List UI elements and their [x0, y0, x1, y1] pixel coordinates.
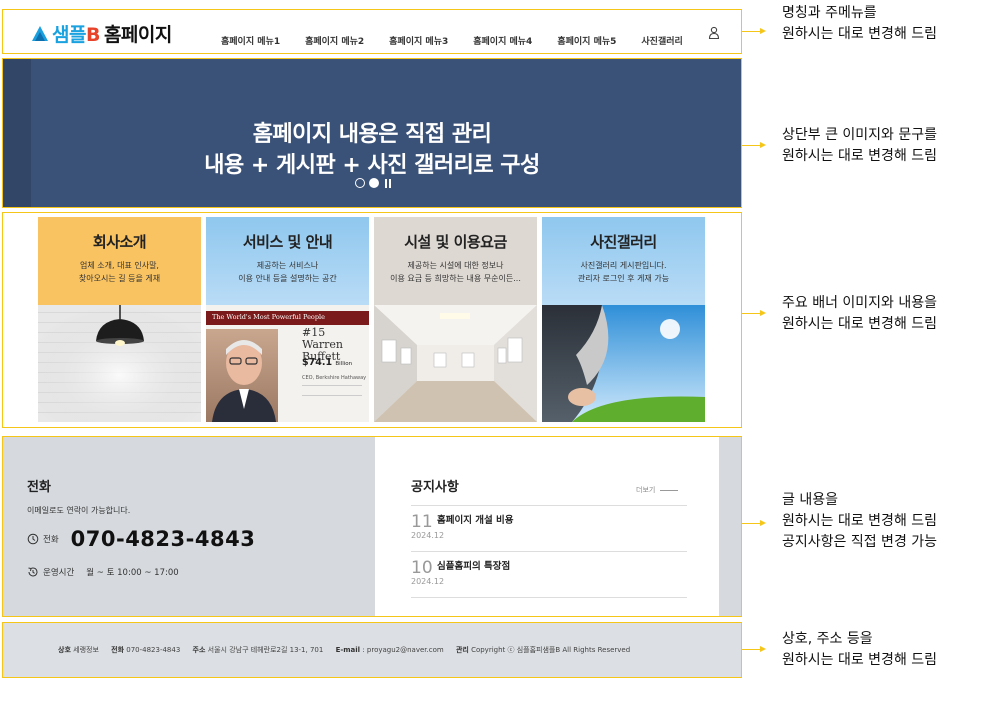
- banner-title: 사진갤러리: [590, 233, 657, 251]
- pause-icon[interactable]: [385, 178, 391, 188]
- logo-text-a: 샘플: [52, 24, 86, 46]
- contact-title: 전화: [27, 480, 51, 495]
- nav-item-gallery[interactable]: 사진갤러리: [641, 34, 682, 47]
- hours-label: 운영시간: [43, 568, 75, 578]
- banner-section: 회사소개 업체 소개, 대표 인사말, 찾아오시는 길 등을 게재 서비스 및 …: [2, 212, 742, 428]
- footer-key: 전화: [111, 646, 125, 654]
- annotation-header: 명칭과 주메뉴를 원하시는 대로 변경해 드림: [782, 5, 938, 42]
- site-logo[interactable]: 샘플B 홈페이지: [31, 20, 172, 47]
- hero-line-2: 내용 + 게시판 + 사진 갤러리로 구성: [204, 153, 540, 178]
- banner-desc-2: 이용 안내 등을 설명하는 공간: [238, 274, 337, 283]
- banner-desc-1: 업체 소개, 대표 인사말,: [80, 261, 159, 270]
- logo-text-c: 홈페이지: [103, 24, 172, 46]
- post-date: 2024.12: [411, 577, 445, 586]
- banner-gallery[interactable]: 사진갤러리 사진갤러리 게시판입니다. 관리자 로그인 후 게재 가능: [542, 217, 705, 422]
- post-date: 2024.12: [411, 531, 445, 540]
- banner-desc-2: 찾아오시는 길 등을 게재: [78, 274, 161, 283]
- slide-dot-1[interactable]: [355, 178, 365, 188]
- footer-address: 서울시 강남구 테헤란로2길 13-1, 701: [207, 646, 324, 654]
- banner-service[interactable]: 서비스 및 안내 제공하는 서비스나 이용 안내 등을 설명하는 공간 The …: [206, 217, 369, 422]
- user-icon[interactable]: [707, 26, 721, 40]
- notice-divider: [411, 551, 687, 552]
- hero-line-1: 홈페이지 내용은 직접 관리: [252, 122, 492, 147]
- annotation-footer: 상호, 주소 등을 원하시는 대로 변경해 드림: [782, 631, 938, 668]
- nav-item-menu4[interactable]: 홈페이지 메뉴4: [473, 34, 532, 47]
- post-day: 10: [411, 558, 433, 578]
- notice-post[interactable]: 11 홈페이지 개설 비용 2024.12: [411, 512, 687, 540]
- annotation-arrow: [742, 645, 766, 652]
- annotation-arrow: [742, 141, 766, 148]
- phone-label: 전화: [43, 535, 59, 545]
- hours-row: 운영시간 월 ~ 토 10:00 ~ 17:00: [27, 566, 179, 578]
- footer-copyright: Copyright ⓒ 심플홈피샘플B All Rights Reserved: [471, 646, 631, 654]
- main-nav: 홈페이지 메뉴1 홈페이지 메뉴2 홈페이지 메뉴3 홈페이지 메뉴4 홈페이지…: [221, 34, 683, 47]
- banner-desc-2: 이용 요금 등 희망하는 내용 무순이든...: [390, 274, 521, 283]
- annotation-hero: 상단부 큰 이미지와 문구를 원하시는 대로 변경해 드림: [782, 127, 938, 164]
- annotation-arrow: [742, 309, 766, 316]
- portrait: [206, 329, 278, 422]
- post-title: 홈페이지 개설 비용: [437, 515, 514, 526]
- notice-post[interactable]: 10 심플홈피의 특장점 2024.12: [411, 558, 687, 586]
- annotation-arrow: [742, 27, 766, 34]
- banner-facility[interactable]: 시설 및 이용요금 제공하는 시설에 대한 정보나 이용 요금 등 희망하는 내…: [374, 217, 537, 422]
- hours-value: 월 ~ 토 10:00 ~ 17:00: [86, 568, 179, 578]
- more-link[interactable]: 더보기: [636, 485, 679, 495]
- post-title: 심플홈피의 특장점: [437, 561, 511, 572]
- peel-nature-image: [542, 305, 705, 422]
- logo-mark-icon: [32, 25, 48, 41]
- hero-slider: 홈페이지 내용은 직접 관리 내용 + 게시판 + 사진 갤러리로 구성: [2, 58, 742, 208]
- clock-icon: [28, 567, 38, 577]
- annotation-arrow: [742, 519, 766, 526]
- footer-key: 관리: [455, 646, 469, 654]
- phone-icon: [27, 533, 39, 545]
- role-text: CEO, Berkshire Hathaway: [302, 375, 367, 381]
- banner-desc-1: 사진갤러리 게시판입니다.: [580, 261, 667, 270]
- magazine-header: The World's Most Powerful People: [212, 313, 325, 321]
- logo-text-b: B: [85, 24, 100, 46]
- phone-row: 전화 070-4823-4843: [27, 527, 255, 551]
- footer-company: 세랭정보: [73, 646, 99, 654]
- lamp-image: [38, 305, 201, 422]
- nav-item-menu2[interactable]: 홈페이지 메뉴2: [305, 34, 364, 47]
- banner-title: 회사소개: [92, 233, 147, 251]
- banner-desc-1: 제공하는 시설에 대한 정보나: [407, 261, 504, 270]
- info-section: 전화 이메일로도 연락이 가능합니다. 전화 070-4823-4843 운영시…: [2, 436, 742, 617]
- phone-number[interactable]: 070-4823-4843: [71, 527, 256, 551]
- footer-key: E-mail: [335, 646, 361, 654]
- footer-phone: 070-4823-4843: [126, 646, 181, 654]
- page: 샘플B 홈페이지 홈페이지 메뉴1 홈페이지 메뉴2 홈페이지 메뉴3 홈페이지 …: [0, 0, 1000, 718]
- rank-text: #15 Warren: [302, 326, 344, 351]
- nav-item-menu1[interactable]: 홈페이지 메뉴1: [221, 34, 280, 47]
- net-worth-unit: Billion: [335, 361, 353, 367]
- footer-key: 주소: [192, 646, 206, 654]
- notice-divider: [411, 505, 687, 506]
- footer-info: 상호 세랭정보 전화 070-4823-4843 주소 서울시 강남구 테헤란로…: [58, 645, 630, 655]
- hero-title: 홈페이지 내용은 직접 관리 내용 + 게시판 + 사진 갤러리로 구성: [3, 119, 741, 181]
- slide-dot-2[interactable]: [369, 178, 379, 188]
- nav-item-menu3[interactable]: 홈페이지 메뉴3: [389, 34, 448, 47]
- contact-subtitle: 이메일로도 연락이 가능합니다.: [27, 506, 131, 515]
- annotation-content: 글 내용을 원하시는 대로 변경해 드림 공지사항은 직접 변경 가능: [782, 492, 938, 550]
- nav-item-menu5[interactable]: 홈페이지 메뉴5: [557, 34, 616, 47]
- footer-key: 상호: [58, 646, 71, 654]
- notice-divider: [411, 597, 687, 598]
- site-footer: 상호 세랭정보 전화 070-4823-4843 주소 서울시 강남구 테헤란로…: [2, 622, 742, 678]
- banner-title: 시설 및 이용요금: [404, 233, 507, 251]
- more-link-label: 더보기: [636, 486, 656, 494]
- annotation-banners: 주요 배너 이미지와 내용을 원하시는 대로 변경해 드림: [782, 295, 938, 332]
- banner-desc-1: 제공하는 서비스나: [256, 261, 319, 270]
- post-day: 11: [411, 512, 433, 532]
- slider-controls: [355, 178, 391, 188]
- notice-title: 공지사항: [411, 480, 459, 495]
- magazine-image: The World's Most Powerful People #15 War…: [206, 305, 369, 422]
- banner-title: 서비스 및 안내: [242, 233, 333, 251]
- banner-desc-2: 관리자 로그인 후 게재 가능: [577, 274, 670, 283]
- gallery-room-image: [374, 305, 537, 422]
- footer-email: : proyagu2@naver.com: [362, 646, 444, 654]
- banner-company[interactable]: 회사소개 업체 소개, 대표 인사말, 찾아오시는 길 등을 게재: [38, 217, 201, 422]
- net-worth: $74.1: [302, 357, 333, 368]
- site-header: 샘플B 홈페이지 홈페이지 메뉴1 홈페이지 메뉴2 홈페이지 메뉴3 홈페이지 …: [2, 9, 742, 54]
